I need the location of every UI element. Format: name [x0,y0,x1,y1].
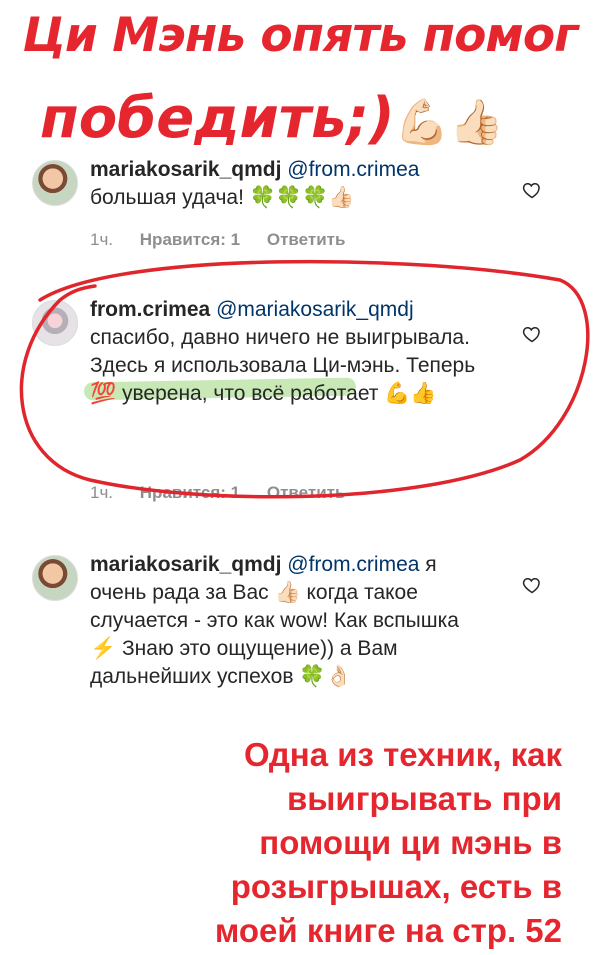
heart-icon[interactable] [522,180,542,200]
likes-count[interactable]: Нравится: 1 [140,483,240,502]
avatar[interactable] [32,300,78,346]
comment-text: mariakosarik_qmdj @from.crimea большая у… [90,156,490,212]
annotation-text: Одна из техник, как выигрывать при помощ… [215,733,562,953]
comment-username[interactable]: mariakosarik_qmdj [90,158,281,181]
comment-meta: 1ч. Нравится: 1 Ответить [90,230,367,250]
annotation-line: выигрывать при [286,780,562,817]
reply-button[interactable]: Ответить [267,483,346,502]
comment-username[interactable]: from.crimea [90,298,210,321]
comment-body: спасибо, давно ничего не выигрывала. Зде… [90,326,476,405]
avatar[interactable] [32,160,78,206]
heart-icon[interactable] [522,324,542,344]
comment-text: from.crimea @mariakosarik_qmdj спасибо, … [90,296,490,408]
likes-count[interactable]: Нравится: 1 [140,230,240,249]
headline-line-2-text: победить;) [40,86,395,151]
annotation-line: Одна из техник, как [244,736,562,773]
headline-line-1: Ци Мэнь опять помог [22,8,578,63]
comment-time: 1ч. [90,230,114,249]
comment-body: большая удача! 🍀🍀🍀👍🏻 [90,186,355,209]
headline-emojis: 💪🏻👍🏻 [394,97,505,148]
annotation-line: моей книге на стр. 52 [214,912,562,949]
heart-icon[interactable] [522,575,542,595]
comment-mention[interactable]: @from.crimea [287,158,419,181]
comment-text: mariakosarik_qmdj @from.crimea я очень р… [90,551,490,691]
comment-meta: 1ч. Нравится: 1 Ответить [90,483,367,503]
annotation-line: розыгрышах, есть в [230,868,562,905]
avatar[interactable] [32,555,78,601]
comment-username[interactable]: mariakosarik_qmdj [90,553,281,576]
comment-mention[interactable]: @mariakosarik_qmdj [216,298,414,321]
annotation-line: помощи ци мэнь в [259,824,562,861]
reply-button[interactable]: Ответить [267,230,346,249]
headline-line-2: победить;)💪🏻👍🏻 [40,86,504,151]
comment-mention[interactable]: @from.crimea [287,553,419,576]
comment-time: 1ч. [90,483,114,502]
